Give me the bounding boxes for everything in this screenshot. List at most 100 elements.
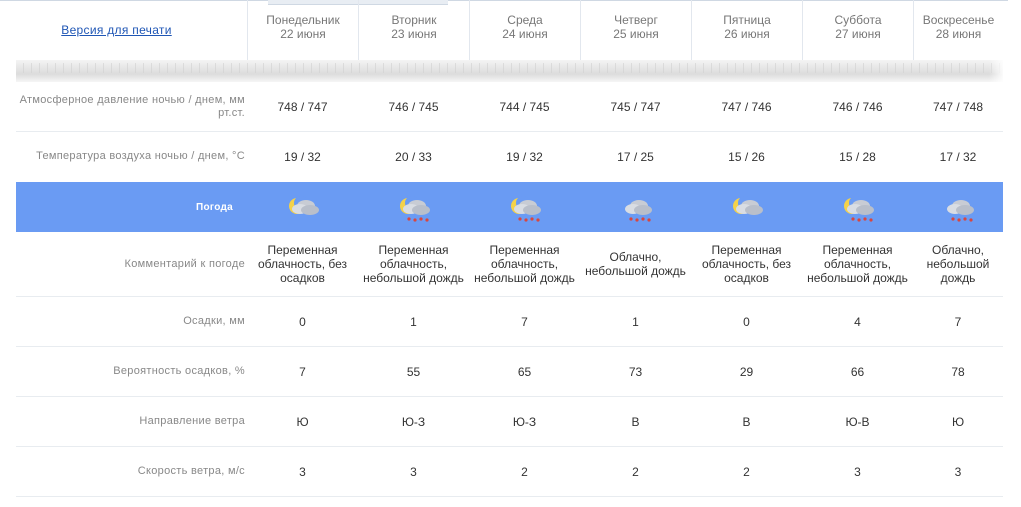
row-label: Скорость ветра, м/с bbox=[137, 465, 245, 477]
wind-speed-row: Скорость ветра, м/с 3 3 2 2 2 3 3 bbox=[16, 447, 1003, 497]
wind-direction-value: Ю bbox=[296, 414, 309, 429]
wind-speed-value: 3 bbox=[410, 464, 417, 479]
moon-cloud-rain-icon bbox=[399, 196, 430, 222]
wind-direction-value: Ю-З bbox=[512, 414, 537, 429]
header-row: Версия для печати Понедельник 22 июня Вто… bbox=[16, 0, 1003, 60]
weather-cell bbox=[913, 182, 1003, 232]
pressure-value: 746 / 745 bbox=[388, 99, 439, 114]
precip-value: 7 bbox=[954, 314, 962, 329]
precip-value: 0 bbox=[743, 314, 750, 329]
probability-value: 7 bbox=[299, 364, 306, 379]
wind-direction-value: В bbox=[742, 414, 751, 429]
moon-cloud-icon bbox=[732, 196, 763, 215]
pressure-value: 747 / 748 bbox=[932, 99, 984, 114]
comment-value: Переменная облачность, без осадков bbox=[257, 243, 348, 285]
day-date: 28 июня bbox=[935, 27, 982, 41]
day-header-4: Пятница 26 июня bbox=[691, 0, 802, 60]
weather-cell bbox=[247, 182, 358, 232]
probability-value: 29 bbox=[739, 364, 754, 379]
day-name: Суббота bbox=[834, 13, 882, 27]
cloud-rain-icon bbox=[947, 200, 974, 222]
day-name: Среда bbox=[507, 13, 543, 27]
row-label: Погода bbox=[195, 201, 233, 213]
decorative-ruler-strip bbox=[16, 60, 1005, 82]
comment-value: Переменная облачность, небольшой дождь bbox=[363, 243, 464, 285]
precip-row: Осадки, мм 0 1 7 1 0 4 7 bbox=[16, 297, 1003, 347]
wind-direction-value: Ю bbox=[951, 414, 965, 429]
day-name: Вторник bbox=[391, 13, 437, 27]
probability-value: 66 bbox=[850, 364, 865, 379]
temperature-value: 17 / 32 bbox=[939, 149, 977, 164]
day-date: 23 июня bbox=[391, 27, 437, 41]
moon-cloud-icon bbox=[288, 196, 319, 215]
comment-row: Комментарий к погоде Переменная облачнос… bbox=[16, 232, 1003, 297]
temperature-value: 19 / 32 bbox=[284, 149, 321, 164]
pressure-row: Атмосферное давление ночью / днем, мм рт… bbox=[16, 82, 1003, 132]
probability-value: 55 bbox=[406, 364, 421, 379]
weather-cell bbox=[802, 182, 913, 232]
day-name: Понедельник bbox=[266, 13, 340, 27]
day-header-6: Воскресенье 28 июня bbox=[913, 0, 1003, 60]
comment-value: Переменная облачность, без осадков bbox=[701, 243, 792, 285]
precip-value: 0 bbox=[299, 314, 306, 329]
weather-cell bbox=[469, 182, 580, 232]
day-header-5: Суббота 27 июня bbox=[802, 0, 913, 60]
row-label: Атмосферное давление ночью / днем, мм рт… bbox=[19, 93, 245, 119]
precip-value: 4 bbox=[854, 314, 861, 329]
weather-cell bbox=[580, 182, 691, 232]
wind-speed-value: 3 bbox=[299, 464, 306, 479]
wind-speed-value: 2 bbox=[521, 464, 528, 479]
temperature-value: 20 / 33 bbox=[395, 149, 432, 164]
temperature-value: 15 / 28 bbox=[839, 149, 876, 164]
wind-direction-row: Направление ветра Ю Ю-З Ю-З В В Ю-В Ю bbox=[16, 397, 1003, 447]
pressure-value: 744 / 745 bbox=[499, 99, 550, 114]
precip-value: 1 bbox=[410, 314, 417, 329]
cloud-rain-icon bbox=[624, 200, 652, 222]
pressure-value: 745 / 747 bbox=[610, 99, 661, 114]
row-label: Осадки, мм bbox=[183, 315, 245, 327]
day-date: 22 июня bbox=[280, 27, 326, 41]
weather-row: Погода bbox=[16, 182, 1003, 232]
wind-direction-value: Ю-В bbox=[845, 414, 870, 429]
day-date: 26 июня bbox=[724, 27, 770, 41]
day-name: Четверг bbox=[614, 13, 658, 27]
probability-value: 78 bbox=[951, 364, 965, 379]
temperature-value: 15 / 26 bbox=[728, 149, 765, 164]
day-header-1: Вторник 23 июня bbox=[358, 0, 469, 60]
day-date: 24 июня bbox=[502, 27, 548, 41]
probability-value: 65 bbox=[517, 364, 532, 379]
probability-value: 73 bbox=[628, 364, 643, 379]
pressure-value: 747 / 746 bbox=[721, 99, 772, 114]
wind-speed-value: 2 bbox=[632, 464, 639, 479]
temperature-value: 17 / 25 bbox=[617, 149, 654, 164]
pressure-value: 746 / 746 bbox=[832, 99, 883, 114]
probability-row: Вероятность осадков, % 7 55 65 73 29 66 … bbox=[16, 347, 1003, 397]
moon-cloud-rain-icon bbox=[843, 196, 874, 222]
pressure-value: 748 / 747 bbox=[277, 99, 328, 114]
precip-value: 7 bbox=[521, 314, 528, 329]
comment-value: Облачно, небольшой дождь bbox=[585, 250, 686, 278]
day-header-2: Среда 24 июня bbox=[469, 0, 580, 60]
moon-cloud-rain-icon bbox=[510, 196, 541, 222]
row-label: Температура воздуха ночью / днем, °С bbox=[36, 150, 245, 162]
day-date: 25 июня bbox=[613, 27, 659, 41]
comment-value: Переменная облачность, небольшой дождь bbox=[474, 243, 575, 285]
wind-direction-value: В bbox=[631, 414, 640, 429]
temperature-value: 19 / 32 bbox=[506, 149, 543, 164]
wind-speed-value: 3 bbox=[954, 464, 962, 479]
day-header-3: Четверг 25 июня bbox=[580, 0, 691, 60]
wind-speed-value: 2 bbox=[743, 464, 750, 479]
day-name: Пятница bbox=[723, 13, 771, 27]
day-header-0: Понедельник 22 июня bbox=[247, 0, 358, 60]
row-label: Комментарий к погоде bbox=[124, 257, 245, 270]
row-label: Вероятность осадков, % bbox=[113, 365, 245, 377]
day-name: Воскресенье bbox=[922, 13, 995, 27]
precip-value: 1 bbox=[632, 314, 639, 329]
wind-direction-value: Ю-З bbox=[401, 414, 426, 429]
weather-cell bbox=[358, 182, 469, 232]
day-date: 27 июня bbox=[835, 27, 881, 41]
wind-speed-value: 3 bbox=[854, 464, 861, 479]
print-version-link[interactable]: Версия для печати bbox=[61, 23, 171, 37]
weather-cell bbox=[691, 182, 802, 232]
comment-value: Переменная облачность, небольшой дождь bbox=[807, 243, 908, 285]
